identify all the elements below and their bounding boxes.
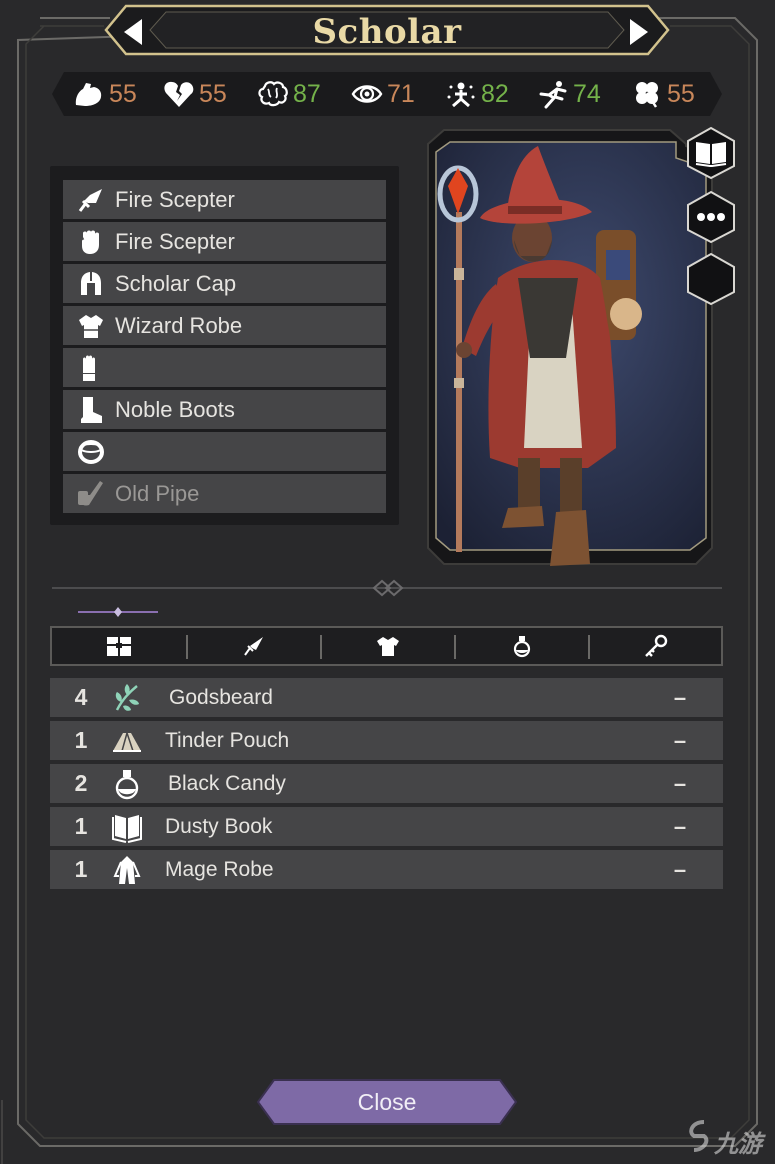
eye-icon bbox=[350, 78, 384, 110]
equip-slot-feet[interactable]: Noble Boots bbox=[63, 390, 386, 429]
character-title: Scholar bbox=[312, 12, 462, 52]
watermark-logo-icon bbox=[689, 1120, 709, 1152]
remove-item-button[interactable]: – bbox=[672, 850, 688, 889]
armor-icon bbox=[71, 306, 111, 345]
character-portrait bbox=[427, 129, 713, 566]
inventory-row[interactable]: 1 Dusty Book – bbox=[50, 807, 723, 846]
inventory-row[interactable]: 2 Black Candy – bbox=[50, 764, 723, 803]
armor-icon bbox=[377, 637, 399, 656]
runner-icon bbox=[536, 78, 570, 110]
inventory-tabs bbox=[50, 626, 723, 666]
book-icon bbox=[110, 810, 144, 844]
equip-slot-hands[interactable] bbox=[63, 348, 386, 387]
brain-icon bbox=[256, 78, 290, 110]
stat-vitality: 55 bbox=[162, 78, 227, 110]
inventory-row[interactable]: 1 Tinder Pouch – bbox=[50, 721, 723, 760]
equip-slot-weapon[interactable]: Fire Scepter bbox=[63, 180, 386, 219]
remove-item-button[interactable]: – bbox=[672, 764, 688, 803]
tab-weapons[interactable] bbox=[187, 628, 321, 664]
remove-item-button[interactable]: – bbox=[672, 721, 688, 760]
watermark: 九游 bbox=[684, 1118, 772, 1160]
stat-luck: 55 bbox=[630, 78, 695, 110]
next-character-button[interactable] bbox=[620, 14, 656, 50]
section-divider bbox=[52, 579, 722, 597]
potion-icon bbox=[513, 636, 531, 658]
tab-all[interactable] bbox=[52, 628, 186, 664]
tent-icon bbox=[110, 724, 144, 758]
stat-perception: 71 bbox=[350, 78, 415, 110]
tab-armor[interactable] bbox=[321, 628, 455, 664]
equip-slot-offhand[interactable]: Fire Scepter bbox=[63, 222, 386, 261]
glove-icon bbox=[71, 348, 111, 387]
equip-slot-head[interactable]: Scholar Cap bbox=[63, 264, 386, 303]
more-icon bbox=[697, 213, 725, 221]
arrow-right-icon bbox=[630, 19, 648, 45]
prev-character-button[interactable] bbox=[116, 14, 152, 50]
boot-icon bbox=[71, 390, 111, 429]
inventory-row[interactable]: 1 Mage Robe – bbox=[50, 850, 723, 889]
stats-bar: 55 55 87 71 82 74 55 bbox=[52, 72, 722, 116]
stat-intellect: 87 bbox=[256, 78, 321, 110]
stat-spirit: 82 bbox=[444, 78, 509, 110]
clover-icon bbox=[630, 78, 664, 110]
equip-slot-body[interactable]: Wizard Robe bbox=[63, 306, 386, 345]
sword-icon bbox=[244, 637, 263, 656]
sword-icon bbox=[71, 180, 111, 219]
potion-icon bbox=[110, 767, 144, 801]
pipe-icon bbox=[71, 474, 111, 513]
equip-slot-ring[interactable] bbox=[63, 432, 386, 471]
broken-heart-icon bbox=[162, 78, 196, 110]
lore-book-button[interactable] bbox=[684, 126, 738, 180]
fist-icon bbox=[71, 222, 111, 261]
tab-consumables[interactable] bbox=[455, 628, 589, 664]
strength-icon bbox=[72, 78, 106, 110]
active-tab-indicator bbox=[78, 607, 158, 617]
stat-agility: 74 bbox=[536, 78, 601, 110]
inventory-row[interactable]: 4 Godsbeard – bbox=[50, 678, 723, 717]
close-button[interactable]: Close bbox=[256, 1078, 518, 1126]
title-banner: Scholar bbox=[104, 4, 670, 56]
empty-slot-button[interactable] bbox=[684, 252, 738, 306]
more-options-button[interactable] bbox=[684, 190, 738, 244]
tab-keys[interactable] bbox=[589, 628, 723, 664]
helmet-icon bbox=[71, 264, 111, 303]
herb-icon bbox=[110, 681, 144, 715]
robe-icon bbox=[110, 853, 144, 887]
remove-item-button[interactable]: – bbox=[672, 678, 688, 717]
chest-icon bbox=[107, 637, 131, 656]
spirit-icon bbox=[444, 78, 478, 110]
remove-item-button[interactable]: – bbox=[672, 807, 688, 846]
key-icon bbox=[645, 634, 668, 657]
equipment-list: Fire Scepter Fire Scepter Scholar Cap Wi… bbox=[50, 166, 399, 525]
ring-icon bbox=[71, 432, 111, 471]
stat-strength: 55 bbox=[72, 78, 137, 110]
arrow-left-icon bbox=[124, 19, 142, 45]
equip-slot-trinket[interactable]: Old Pipe bbox=[63, 474, 386, 513]
